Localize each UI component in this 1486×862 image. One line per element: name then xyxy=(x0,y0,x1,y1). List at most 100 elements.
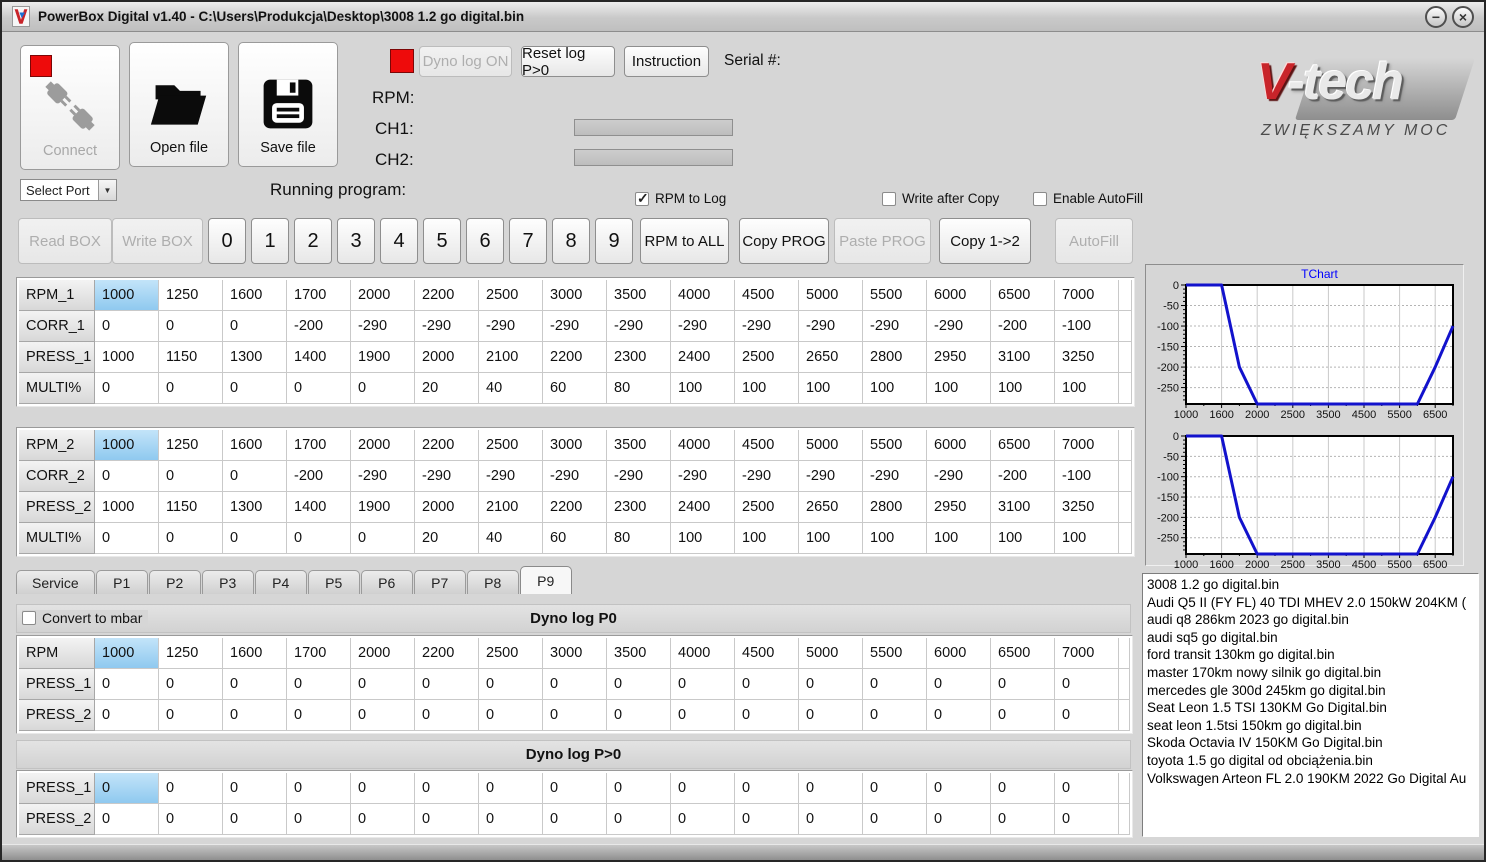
grid-cell[interactable]: 0 xyxy=(543,700,607,731)
tab-service[interactable]: Service xyxy=(16,570,95,594)
grid-cell[interactable]: 5500 xyxy=(863,430,927,461)
grid-cell[interactable]: 1600 xyxy=(223,430,287,461)
grid-cell[interactable]: 0 xyxy=(95,461,159,492)
grid-cell[interactable]: 0 xyxy=(95,700,159,731)
grid-cell[interactable] xyxy=(1119,373,1132,404)
grid-cell[interactable]: 4000 xyxy=(671,280,735,311)
grid-cell[interactable]: 100 xyxy=(927,523,991,554)
grid-cell[interactable]: 6000 xyxy=(927,280,991,311)
grid-cell[interactable]: 6500 xyxy=(991,638,1055,669)
grid-cell[interactable]: 5000 xyxy=(799,280,863,311)
program-4-button[interactable]: 4 xyxy=(380,218,418,264)
grid-cell[interactable] xyxy=(1119,280,1132,311)
grid-cell[interactable]: 3000 xyxy=(543,280,607,311)
grid-cell[interactable]: -100 xyxy=(1055,461,1119,492)
grid-cell[interactable]: -290 xyxy=(671,311,735,342)
grid-cell[interactable]: 2500 xyxy=(735,492,799,523)
dyno-log-on-button[interactable]: Dyno log ON xyxy=(419,46,512,77)
grid-cell[interactable]: 1000 xyxy=(95,430,159,461)
grid-cell[interactable]: 0 xyxy=(735,804,799,835)
program-0-button[interactable]: 0 xyxy=(208,218,246,264)
convert-to-mbar-checkbox[interactable]: Convert to mbar xyxy=(22,610,149,626)
tab-p4[interactable]: P4 xyxy=(254,570,307,594)
grid-cell[interactable]: 0 xyxy=(351,804,415,835)
grid-cell[interactable]: 100 xyxy=(671,373,735,404)
file-list-item[interactable]: audi sq5 go digital.bin xyxy=(1147,629,1478,647)
grid-cell[interactable]: 0 xyxy=(479,669,543,700)
grid-cell[interactable]: 0 xyxy=(607,804,671,835)
grid-cell[interactable]: 0 xyxy=(735,700,799,731)
grid-cell[interactable]: 0 xyxy=(927,773,991,804)
grid-cell[interactable] xyxy=(1119,311,1132,342)
select-port-dropdown[interactable]: Select Port ▼ xyxy=(20,179,117,201)
grid-cell[interactable]: 2500 xyxy=(735,342,799,373)
file-list-item[interactable]: 3008 1.2 go digital.bin xyxy=(1147,576,1478,594)
grid-cell[interactable]: 1150 xyxy=(159,342,223,373)
enable-autofill-checkbox[interactable]: Enable AutoFill xyxy=(1033,191,1143,206)
grid-cell[interactable]: 0 xyxy=(863,773,927,804)
grid-cell[interactable]: 1000 xyxy=(95,342,159,373)
grid-cell[interactable]: 2950 xyxy=(927,492,991,523)
grid-cell[interactable]: 5000 xyxy=(799,638,863,669)
file-list-item[interactable]: ford transit 130km go digital.bin xyxy=(1147,646,1478,664)
grid-cell[interactable]: 4500 xyxy=(735,638,799,669)
grid-cell[interactable]: -290 xyxy=(863,461,927,492)
grid-cell[interactable]: 0 xyxy=(223,700,287,731)
grid-cell[interactable]: 0 xyxy=(351,523,415,554)
autofill-button[interactable]: AutoFill xyxy=(1055,218,1133,264)
grid-cell[interactable]: 1400 xyxy=(287,492,351,523)
grid-cell[interactable]: 0 xyxy=(607,773,671,804)
grid-cell[interactable]: 0 xyxy=(799,700,863,731)
grid-cell[interactable] xyxy=(1119,461,1132,492)
grid-cell[interactable]: 100 xyxy=(1055,373,1119,404)
grid-cell[interactable]: 0 xyxy=(1055,804,1119,835)
program-3-button[interactable]: 3 xyxy=(337,218,375,264)
grid-cell[interactable]: 0 xyxy=(95,669,159,700)
grid-cell[interactable]: 0 xyxy=(351,773,415,804)
grid-cell[interactable]: 0 xyxy=(95,311,159,342)
grid-cell[interactable]: -200 xyxy=(991,461,1055,492)
grid-cell[interactable]: -290 xyxy=(863,311,927,342)
grid-cell[interactable]: 100 xyxy=(927,373,991,404)
grid-cell[interactable]: -290 xyxy=(607,311,671,342)
grid-cell[interactable]: 0 xyxy=(159,773,223,804)
grid-cell[interactable]: 0 xyxy=(159,804,223,835)
grid-cell[interactable]: 0 xyxy=(415,700,479,731)
grid-cell[interactable]: -290 xyxy=(799,311,863,342)
grid-cell[interactable]: 0 xyxy=(415,669,479,700)
grid-cell[interactable] xyxy=(1119,804,1130,835)
grid-cell[interactable]: 0 xyxy=(735,669,799,700)
grid-cell[interactable]: 100 xyxy=(991,523,1055,554)
file-list-item[interactable]: Volkswagen Arteon FL 2.0 190KM 2022 Go D… xyxy=(1147,770,1478,788)
grid-cell[interactable]: 2200 xyxy=(543,342,607,373)
grid-cell[interactable]: 0 xyxy=(991,700,1055,731)
grid-cell[interactable]: 80 xyxy=(607,373,671,404)
grid-cell[interactable]: 2650 xyxy=(799,492,863,523)
grid-cell[interactable]: 1700 xyxy=(287,430,351,461)
program-7-button[interactable]: 7 xyxy=(509,218,547,264)
grid-cell[interactable]: 100 xyxy=(735,373,799,404)
grid-cell[interactable]: 0 xyxy=(223,311,287,342)
file-list-item[interactable]: audi q8 286km 2023 go digital.bin xyxy=(1147,611,1478,629)
grid-cell[interactable]: 2000 xyxy=(415,492,479,523)
grid-cell[interactable]: 6000 xyxy=(927,638,991,669)
grid-cell[interactable]: 2650 xyxy=(799,342,863,373)
grid-cell[interactable]: 0 xyxy=(415,804,479,835)
grid-cell[interactable]: 0 xyxy=(223,669,287,700)
grid-cell[interactable]: -290 xyxy=(927,311,991,342)
grid-cell[interactable]: 0 xyxy=(991,669,1055,700)
grid-cell[interactable]: 20 xyxy=(415,523,479,554)
grid-cell[interactable]: 4000 xyxy=(671,638,735,669)
grid-cell[interactable]: 100 xyxy=(863,373,927,404)
grid-cell[interactable]: 0 xyxy=(671,700,735,731)
grid-cell[interactable]: 0 xyxy=(223,804,287,835)
grid-cell[interactable]: 2200 xyxy=(415,638,479,669)
grid-cell[interactable]: -290 xyxy=(799,461,863,492)
grid-cell[interactable]: -290 xyxy=(479,461,543,492)
grid-cell[interactable]: 0 xyxy=(287,773,351,804)
grid-cell[interactable]: 100 xyxy=(1055,523,1119,554)
grid-cell[interactable]: 6500 xyxy=(991,430,1055,461)
grid-cell[interactable]: 0 xyxy=(1055,773,1119,804)
program-9-button[interactable]: 9 xyxy=(595,218,633,264)
grid-cell[interactable]: 0 xyxy=(607,669,671,700)
